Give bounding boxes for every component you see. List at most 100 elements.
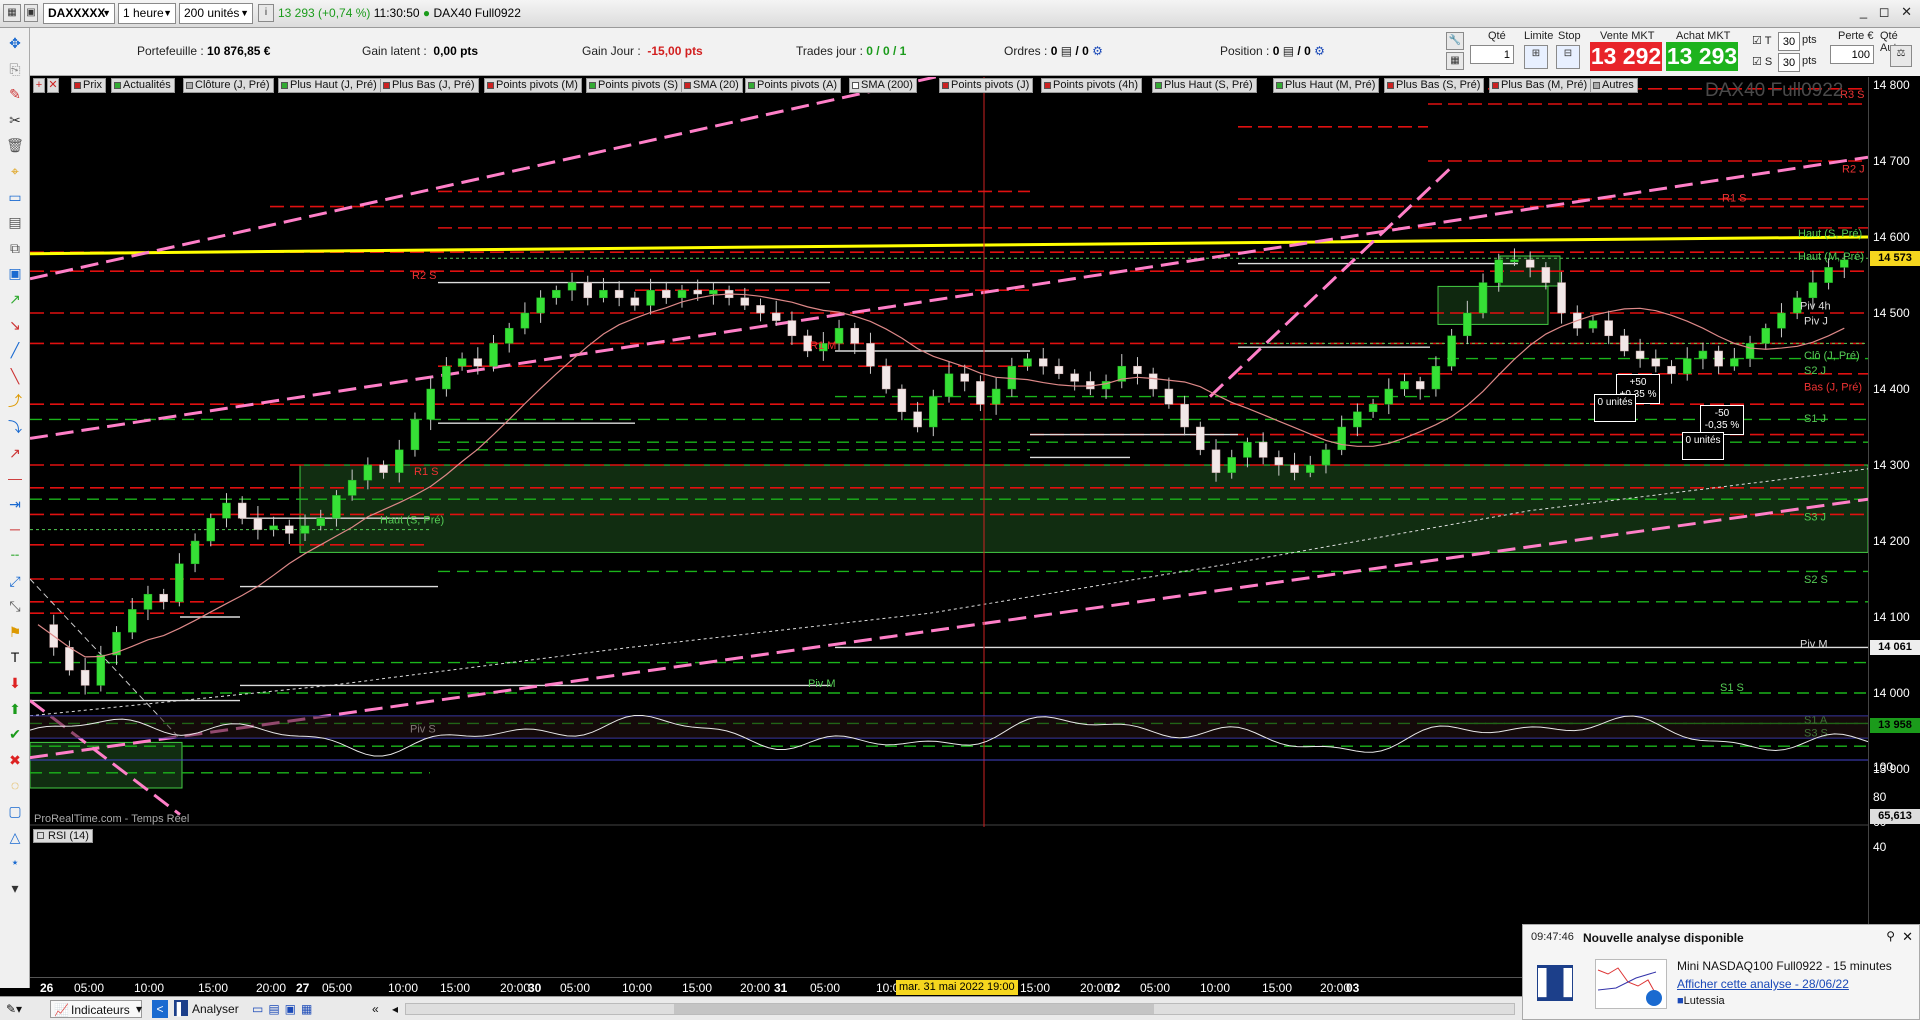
buy-arrow-icon[interactable]: ⬆ — [6, 700, 24, 718]
check-icon[interactable]: ✔ — [6, 725, 24, 743]
triangle-icon[interactable]: △ — [6, 828, 24, 846]
indicator-chip-3[interactable]: Clôture (J, Pré) — [183, 78, 274, 93]
pencil-icon[interactable]: ✎▾ — [6, 1000, 22, 1018]
indicator-chip-4[interactable]: Plus Haut (J, Pré) — [278, 78, 381, 93]
stop-loss-box[interactable]: -50 -0,35 % — [1700, 405, 1744, 435]
indicator-chip-14[interactable]: Plus Haut (M, Pré) — [1273, 78, 1380, 93]
layers-icon[interactable]: ⧉ — [6, 239, 24, 257]
pin-icon[interactable]: ⚲ — [1886, 929, 1895, 943]
channel-icon[interactable]: ⤡ — [6, 597, 24, 615]
dashed-icon[interactable]: ╌ — [6, 546, 24, 564]
star-icon[interactable]: ⋆ — [6, 853, 24, 871]
chart-canvas[interactable]: R3 S R2 J R1 S R2 S R1 M R1 S Haut (S, Pré) Hau… — [29, 45, 1869, 977]
notification-link[interactable]: Afficher cette analyse - 28/06/22 — [1677, 977, 1849, 991]
qty-input[interactable] — [1470, 45, 1514, 64]
window-controls[interactable]: _ ◻ ✕ — [1860, 4, 1916, 20]
close-icon[interactable]: ✖ — [6, 751, 24, 769]
limit-order-button[interactable]: ⊞ — [1524, 45, 1548, 69]
orders[interactable]: Ordres : 0 ▤ / 0 ⚙ — [1004, 44, 1103, 58]
circle-icon[interactable]: ◌ — [6, 776, 24, 794]
frame-icon[interactable]: ▣ — [6, 264, 24, 282]
layout-icons[interactable]: ▭▤▣▦ — [252, 1000, 317, 1018]
indicator-chip-6[interactable]: Points pivots (M) — [484, 78, 582, 93]
copy-icon[interactable]: ⎘ — [6, 60, 24, 78]
indicator-chip-5[interactable]: Plus Bas (J, Pré) — [380, 78, 479, 93]
trend-up-icon[interactable]: ↗ — [6, 290, 24, 308]
dropdown-icon[interactable]: ▾ — [136, 1000, 142, 1018]
t-input[interactable] — [1778, 32, 1800, 51]
orders-list-icon[interactable]: ▤ — [1061, 44, 1072, 58]
units-select[interactable]: 200 unités ▼ — [179, 3, 253, 24]
t-checkbox[interactable]: ☑ T — [1752, 34, 1771, 47]
period-select[interactable]: 1 heure ▼ — [118, 3, 176, 24]
line-icon[interactable]: ╲ — [6, 367, 24, 385]
hline-icon[interactable]: ─ — [6, 520, 24, 538]
sell-market-button[interactable]: 13 292 — [1590, 42, 1662, 71]
price-axis[interactable]: 14 800 14 700 14 600 14 500 14 400 14 300 14 2… — [1868, 77, 1920, 977]
text-icon[interactable]: T — [6, 648, 24, 666]
indicators-button[interactable]: 📈 Indicateurs — [50, 1000, 142, 1018]
settings-icon[interactable]: ⚙ — [1092, 44, 1103, 58]
rect-icon[interactable]: ▭ — [6, 188, 24, 206]
crosshair-icon[interactable]: ✥ — [6, 34, 24, 52]
indicator-chip-12[interactable]: Points pivots (4h) — [1041, 78, 1142, 93]
indicator-chip-13[interactable]: Plus Haut (S, Pré) — [1152, 78, 1257, 93]
buy-market-button[interactable]: 13 293 — [1666, 42, 1738, 71]
notification-popup[interactable]: 09:47:46 Nouvelle analyse disponible ✕ ⚲… — [1522, 924, 1920, 1020]
flag-icon[interactable]: ⚑ — [6, 623, 24, 641]
indicator-chip-11[interactable]: Points pivots (J) — [939, 78, 1034, 93]
add-indicator-icon[interactable]: + — [33, 78, 45, 93]
line-icon[interactable]: ╱ — [6, 341, 24, 359]
cut-icon[interactable]: ✂ — [6, 111, 24, 129]
s-input[interactable] — [1778, 53, 1800, 72]
analysis-thumbnail[interactable] — [1595, 959, 1667, 1009]
close-icon[interactable]: ✕ — [1902, 929, 1913, 945]
curve-icon[interactable]: ⤵ — [6, 418, 24, 436]
horizontal-scrollbar[interactable] — [405, 1003, 1515, 1015]
stop-order-button[interactable]: ⊟ — [1556, 45, 1580, 69]
indicator-chip-16[interactable]: Plus Bas (M, Pré) — [1489, 78, 1592, 93]
position-list-icon[interactable]: ▤ — [1283, 44, 1294, 58]
position[interactable]: Position : 0 ▤ / 0 ⚙ — [1220, 44, 1325, 58]
indicator-chip-9[interactable]: Points pivots (A) — [745, 78, 842, 93]
settings-icon[interactable]: ⚙ — [1314, 44, 1325, 58]
pencil-icon[interactable]: ✎ — [6, 85, 24, 103]
channel-icon[interactable]: ⤢ — [6, 572, 24, 590]
price-chart[interactable]: R3 S R2 J R1 S R2 S R1 M R1 S Haut (S, Pré) Hau… — [29, 45, 1869, 977]
symbol-select[interactable]: DAXXXXX ▼ — [43, 3, 115, 24]
indicator-chip-17[interactable]: Autres — [1590, 78, 1638, 93]
square-icon[interactable]: ▢ — [6, 802, 24, 820]
scrollbar-thumb[interactable] — [674, 1004, 1154, 1014]
curve-icon[interactable]: ⤴ — [6, 392, 24, 410]
order-units-box[interactable]: 0 unités — [1594, 394, 1636, 422]
loss-input[interactable] — [1830, 45, 1874, 64]
calculator-icon[interactable]: ▦ — [1446, 52, 1464, 70]
rsi-chip[interactable]: RSI (14) — [33, 829, 93, 843]
s-checkbox[interactable]: ☑ S — [1752, 55, 1772, 68]
indicator-chip-10[interactable]: SMA (200) — [849, 78, 917, 93]
trash-icon[interactable]: 🗑 — [6, 136, 24, 154]
hline-icon[interactable]: — — [6, 469, 24, 487]
auto-qty-button[interactable]: ⚖ — [1890, 45, 1912, 67]
new-window-icon[interactable]: ▣ — [24, 4, 38, 22]
info-icon[interactable]: i — [258, 4, 274, 22]
indicator-chip-15[interactable]: Plus Bas (S, Pré) — [1384, 78, 1485, 93]
remove-indicator-icon[interactable]: ✕ — [47, 78, 59, 93]
list-icon[interactable]: ▤ — [6, 213, 24, 231]
ray-icon[interactable]: ⇥ — [6, 495, 24, 513]
indicator-chip-8[interactable]: SMA (20) — [681, 78, 743, 93]
tools-icon[interactable]: 🔧 — [1446, 32, 1464, 50]
chart-icon[interactable]: ▦ — [3, 4, 21, 22]
analyse-button[interactable]: ▌ Analyser — [172, 1000, 246, 1018]
indicator-chip-2[interactable]: Actualités — [111, 78, 175, 93]
trend-down-icon[interactable]: ↘ — [6, 316, 24, 334]
arrow-icon[interactable]: ↗ — [6, 444, 24, 462]
order-units-box[interactable]: 0 unités — [1682, 432, 1724, 460]
share-icon[interactable]: < — [152, 1000, 168, 1018]
more-icon[interactable]: ▾ — [6, 879, 24, 897]
scroll-start-icon[interactable]: « — [372, 1000, 379, 1018]
indicator-chip-7[interactable]: Points pivots (S) — [586, 78, 683, 93]
sell-arrow-icon[interactable]: ⬇ — [6, 674, 24, 692]
scroll-left-icon[interactable]: ◂ — [392, 1000, 398, 1018]
indicator-chip-1[interactable]: Prix — [71, 78, 106, 93]
